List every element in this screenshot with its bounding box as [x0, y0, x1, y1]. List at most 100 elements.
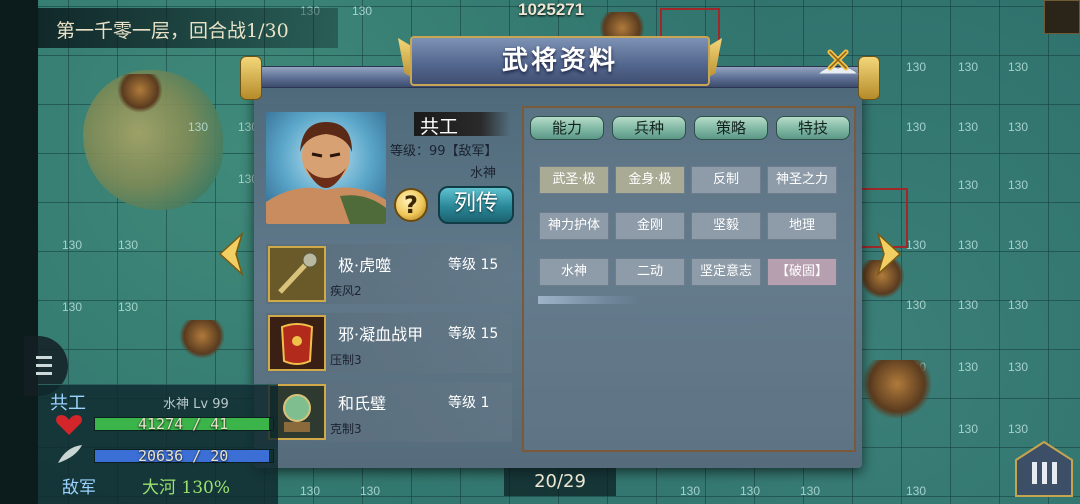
equipment-row-treasure[interactable]: 和氏璧 等级 1 克制3 [266, 382, 512, 442]
feather-icon [58, 445, 82, 463]
warrior-portrait-icon [266, 122, 386, 224]
general-terrain: 水神 [470, 166, 497, 181]
unit-side: 敌军 [62, 478, 96, 498]
tile-number: 130 [1008, 60, 1029, 74]
tile-number: 130 [1008, 238, 1029, 252]
tile-number: 130 [300, 484, 321, 498]
dialog-title-plate: 武将资料 [410, 36, 710, 86]
tile-number: 130 [62, 238, 83, 252]
general-name-banner: 共工 [414, 112, 510, 138]
tile-number: 130 [906, 484, 927, 498]
menu-icon [36, 364, 52, 367]
equipment-row-armor[interactable]: 邪·凝血战甲 等级 15 压制3 [266, 313, 512, 373]
skill-item[interactable]: 神力护体 [539, 212, 609, 240]
page-counter: 20/29 [504, 468, 616, 496]
skill-item[interactable]: 金身·极 [615, 166, 685, 194]
tile-number: 130 [906, 120, 927, 134]
tile-number: 130 [958, 120, 979, 134]
tile-number: 130 [62, 300, 83, 314]
skill-item[interactable]: 坚定意志 [691, 258, 761, 286]
unit-subtitle: 水神 Lv 99 [163, 397, 229, 412]
tile-number: 130 [680, 484, 701, 498]
general-name: 共工 [420, 116, 459, 138]
heart-icon [56, 415, 82, 435]
tab-ability[interactable]: 能力 [530, 116, 604, 140]
terrain-bonus: 大河 130% [142, 478, 231, 498]
tile-number: 130 [1008, 360, 1029, 374]
equipment-skill: 疾风2 [330, 284, 362, 298]
mace-icon [270, 248, 324, 300]
tile-number: 130 [958, 360, 979, 374]
tile-number: 130 [958, 298, 979, 312]
tab-troops[interactable]: 兵种 [612, 116, 686, 140]
tile-number: 130 [958, 238, 979, 252]
skill-item[interactable]: 坚毅 [691, 212, 761, 240]
skill-item[interactable]: 水神 [539, 258, 609, 286]
left-edge-strip [0, 0, 38, 504]
skill-item[interactable]: 地理 [767, 212, 837, 240]
equipment-level: 等级 15 [448, 257, 499, 273]
tile-number: 130 [1008, 120, 1029, 134]
biography-button[interactable]: 列传 [438, 186, 514, 224]
equipment-skill: 压制3 [330, 353, 362, 367]
scroll-cap-left [240, 56, 262, 100]
map-unit[interactable] [862, 360, 932, 420]
tab-special-skills[interactable]: 特技 [776, 116, 850, 140]
tile-number: 130 [800, 484, 821, 498]
close-button[interactable] [814, 46, 862, 82]
skill-item[interactable]: 反制 [691, 166, 761, 194]
tab-strategy[interactable]: 策略 [694, 116, 768, 140]
unit-name: 共工 [50, 393, 86, 414]
power-score: 1025271 [518, 0, 585, 19]
help-button[interactable]: ? [394, 188, 428, 222]
pause-icon [1015, 440, 1073, 497]
equipment-level: 等级 1 [448, 395, 490, 411]
equipment-skill: 克制3 [330, 422, 362, 436]
equipment-name: 极·虎噬 [338, 256, 392, 275]
equipment-slot [268, 315, 326, 371]
tile-number: 130 [958, 422, 979, 436]
hp-text: 41274 / 41 [138, 415, 229, 433]
tile-number: 130 [958, 178, 979, 192]
map-unit[interactable] [118, 74, 162, 114]
tile-number: 130 [118, 300, 139, 314]
equipment-name: 邪·凝血战甲 [338, 325, 424, 344]
menu-icon [36, 356, 52, 359]
equipment-row-weapon[interactable]: 极·虎噬 等级 15 疾风2 [266, 244, 512, 304]
previous-general-button[interactable] [216, 231, 244, 277]
tile-number: 130 [1008, 298, 1029, 312]
close-icon [816, 49, 860, 75]
tile-number: 130 [740, 484, 761, 498]
unit-status-panel: 共工 水神 Lv 99 41274 / 41 20636 / 20 敌军 大河 … [38, 384, 278, 504]
top-right-menu-button[interactable] [1044, 0, 1080, 34]
section-divider [538, 296, 638, 304]
skill-item[interactable]: 二动 [615, 258, 685, 286]
skill-item[interactable]: 神圣之力 [767, 166, 837, 194]
skill-item[interactable]: 金刚 [615, 212, 685, 240]
pause-menu-button[interactable] [1014, 440, 1074, 498]
tile-number: 130 [906, 298, 927, 312]
general-portrait [266, 112, 386, 224]
tile-number: 130 [118, 238, 139, 252]
battle-round-banner: 第一千零一层，回合战1/30 [38, 8, 338, 48]
map-unit[interactable] [180, 320, 224, 360]
tile-number: 130 [188, 120, 209, 134]
next-general-button[interactable] [876, 231, 904, 277]
skill-item[interactable]: 武圣·极 [539, 166, 609, 194]
general-level: 等级：99【敌军】 [390, 144, 498, 159]
tile-number: 130 [1008, 178, 1029, 192]
equipment-level: 等级 15 [448, 326, 499, 342]
tile-number: 130 [352, 4, 373, 18]
tile-number: 130 [958, 60, 979, 74]
tile-number: 130 [360, 484, 381, 498]
dialog-title: 武将资料 [501, 46, 618, 76]
menu-icon [36, 372, 52, 375]
equipment-slot [268, 246, 326, 302]
skill-item[interactable]: 【破固】 [767, 258, 837, 286]
arrow-left-icon [218, 231, 244, 277]
tile-number: 130 [1008, 422, 1029, 436]
jade-icon [270, 386, 324, 438]
mp-text: 20636 / 20 [138, 447, 229, 465]
battle-round-text: 第一千零一层，回合战1/30 [56, 20, 289, 42]
tile-number: 130 [906, 238, 927, 252]
